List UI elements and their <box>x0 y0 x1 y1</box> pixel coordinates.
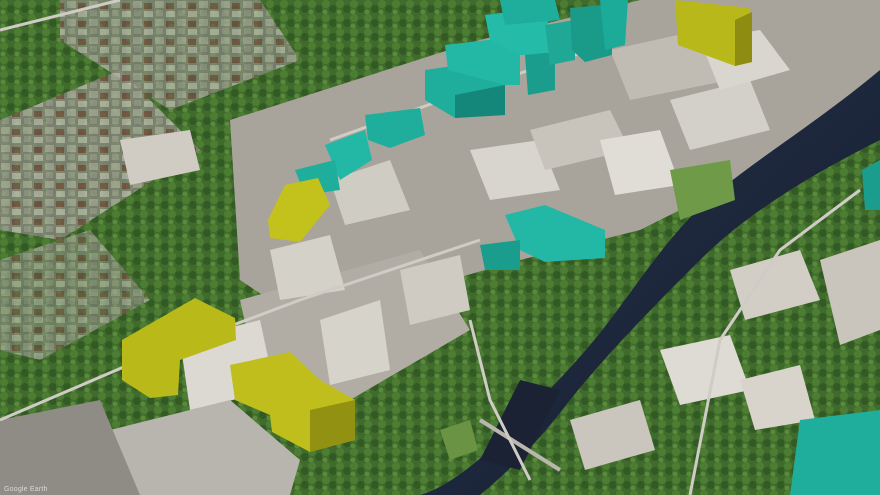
map-attribution: Google Earth <box>4 486 48 493</box>
teal-block-6 <box>545 20 575 65</box>
aerial-scene: Google Earth <box>0 0 880 495</box>
teal-block-14 <box>790 410 880 495</box>
teal-block-13 <box>480 240 520 270</box>
aerial-view <box>0 0 880 495</box>
